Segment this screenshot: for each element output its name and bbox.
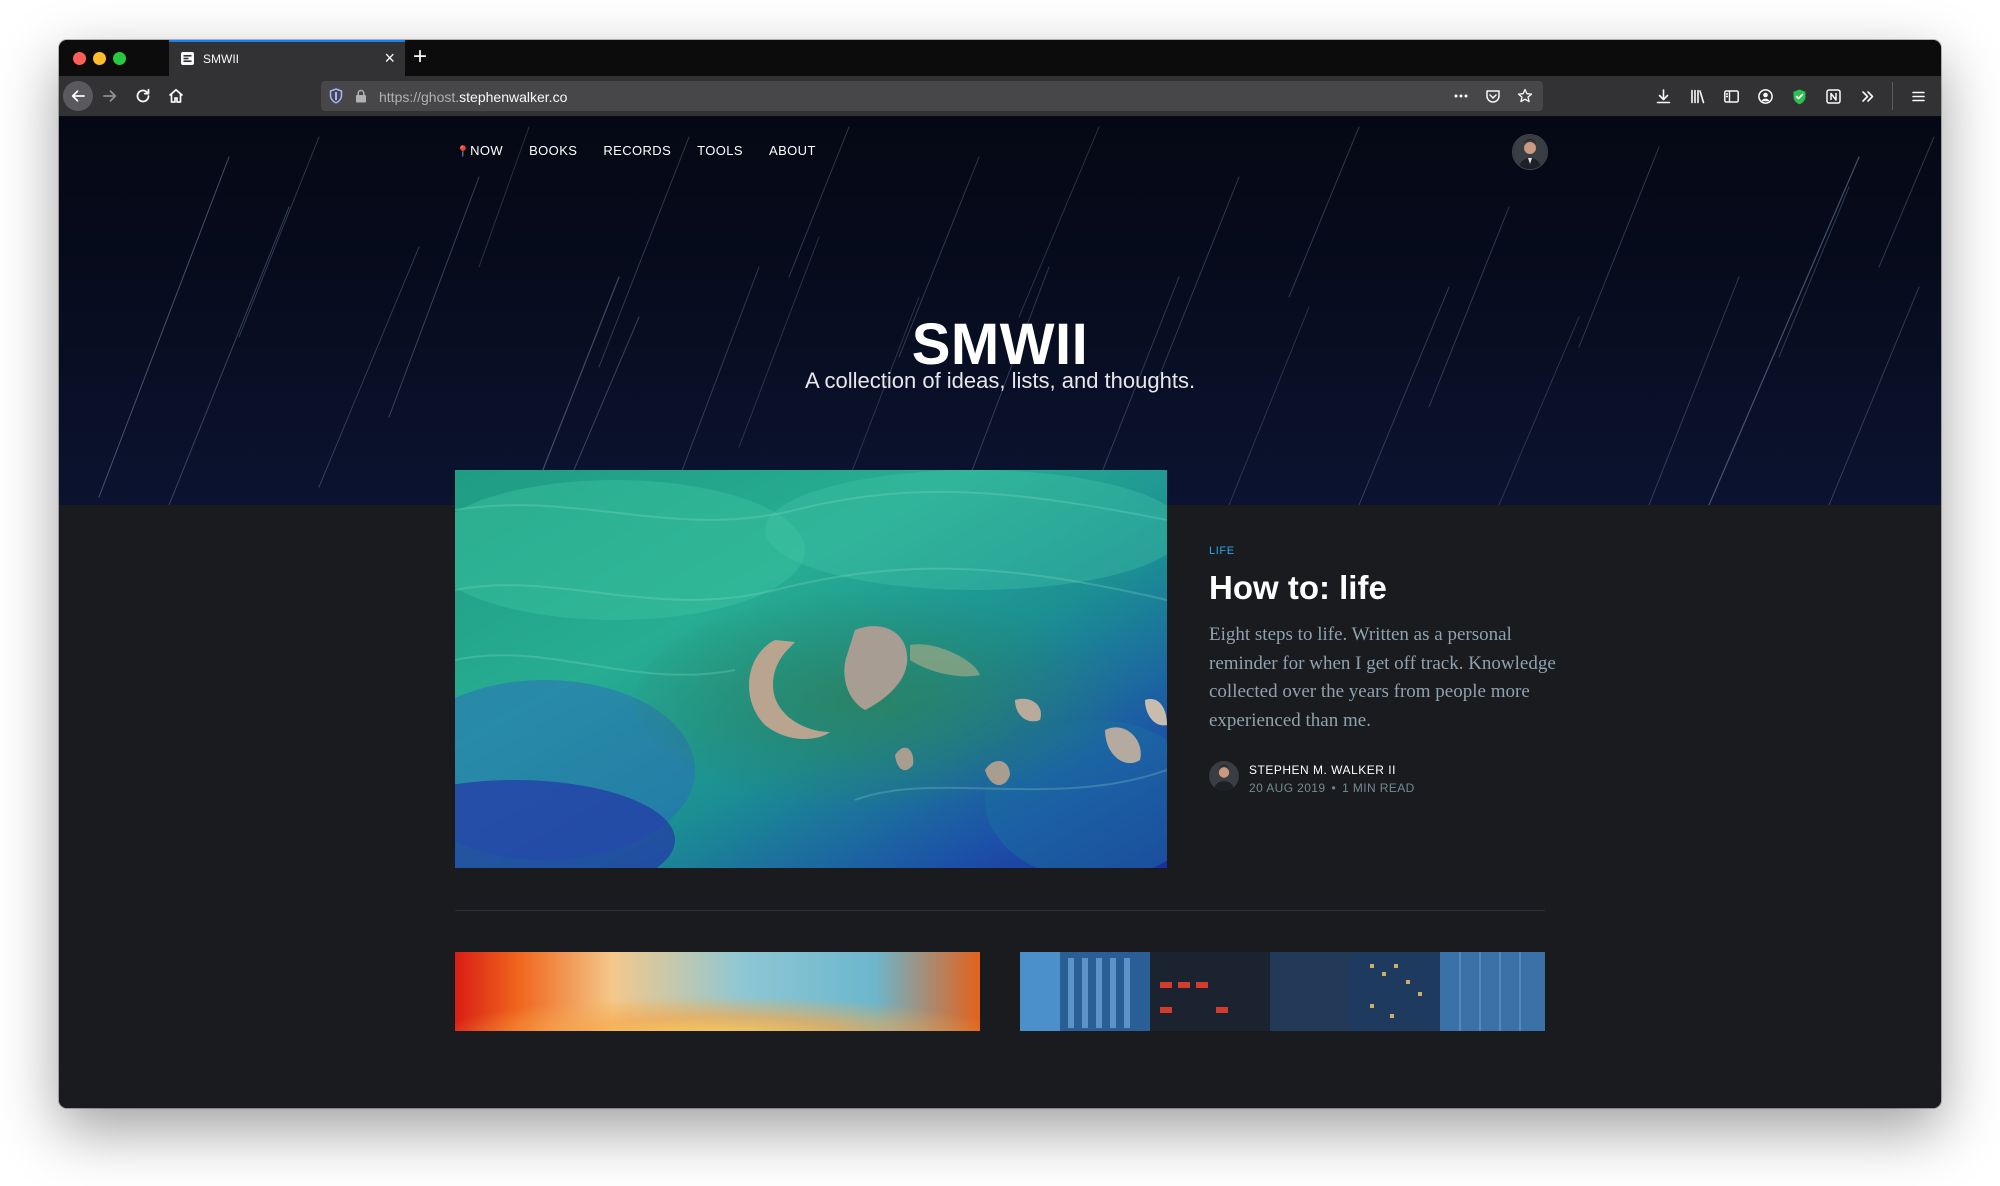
featured-post-image[interactable]	[455, 470, 1167, 868]
notion-icon	[1825, 88, 1841, 104]
minimize-window-button[interactable]	[93, 52, 106, 65]
nav-item-now[interactable]: 📍NOW	[456, 143, 503, 158]
site-nav: 📍NOW BOOKS RECORDS TOOLS ABOUT	[456, 143, 816, 158]
close-window-button[interactable]	[73, 52, 86, 65]
browser-tab[interactable]: SMWII ×	[169, 40, 405, 76]
section-divider	[455, 910, 1545, 911]
url-bar[interactable]: https://ghost.stephenwalker.co	[321, 81, 1543, 111]
tab-bar: SMWII × +	[59, 40, 1941, 76]
nav-item-books[interactable]: BOOKS	[529, 143, 577, 158]
close-tab-icon[interactable]: ×	[384, 48, 395, 68]
sidebar-icon	[1723, 89, 1739, 103]
post-card-image-2[interactable]	[1020, 952, 1545, 1031]
overflow-menu-button[interactable]	[1852, 81, 1882, 111]
site-header: 📍NOW BOOKS RECORDS TOOLS ABOUT SMWII A c…	[59, 117, 1941, 505]
post-excerpt: Eight steps to life. Written as a person…	[1209, 624, 1556, 731]
pocket-icon	[1486, 90, 1500, 103]
nav-item-about[interactable]: ABOUT	[769, 143, 816, 158]
toolbar-right	[1648, 81, 1933, 111]
library-icon	[1690, 89, 1704, 103]
forward-button[interactable]	[95, 81, 125, 111]
site-description: A collection of ideas, lists, and though…	[804, 368, 1196, 393]
post-author-name[interactable]: STEPHEN M. WALKER II	[1249, 763, 1396, 777]
reading-time: 1 MIN READ	[1342, 781, 1415, 795]
post-card-image-1[interactable]	[455, 952, 980, 1031]
post-info: 20 AUG 2019 • 1 MIN READ	[1249, 781, 1415, 795]
reload-icon	[136, 88, 150, 103]
nav-item-records[interactable]: RECORDS	[603, 143, 671, 158]
arrow-right-icon	[103, 90, 117, 102]
person-avatar-icon	[1209, 761, 1239, 791]
pocket-button[interactable]	[1483, 86, 1503, 106]
post-date: 20 AUG 2019	[1249, 781, 1326, 795]
tracking-protection-shield-icon[interactable]	[329, 88, 343, 104]
zoom-window-button[interactable]	[113, 52, 126, 65]
map-pin-icon: 📍	[456, 146, 471, 158]
hamburger-menu-icon	[1911, 91, 1925, 101]
tab-title: SMWII	[203, 52, 239, 66]
url-domain: stephenwalker.co	[459, 89, 568, 105]
toolbar-separator	[1892, 82, 1893, 110]
separator-dot: •	[1331, 781, 1337, 795]
bookmark-button[interactable]	[1515, 86, 1535, 106]
back-button[interactable]	[63, 81, 93, 111]
post-meta: STEPHEN M. WALKER II 20 AUG 2019 • 1 MIN R…	[1209, 759, 1569, 799]
author-avatar[interactable]	[1512, 134, 1548, 170]
post-author-avatar[interactable]	[1209, 761, 1239, 791]
home-icon	[168, 88, 184, 103]
account-icon	[1757, 88, 1773, 104]
app-menu-button[interactable]	[1903, 81, 1933, 111]
nav-item-label: NOW	[470, 143, 504, 158]
post-tag[interactable]: LIFE	[1209, 545, 1569, 557]
reload-button[interactable]	[128, 81, 158, 111]
notion-extension-button[interactable]	[1818, 81, 1848, 111]
person-avatar-icon	[1513, 135, 1547, 169]
downloads-button[interactable]	[1648, 81, 1678, 111]
extension-shield-button[interactable]	[1784, 81, 1814, 111]
sunset-blur-image	[455, 952, 980, 1031]
nav-toolbar: https://ghost.stephenwalker.co	[59, 76, 1941, 117]
url-text[interactable]: https://ghost.stephenwalker.co	[379, 89, 567, 105]
post-title[interactable]: How to: life	[1209, 569, 1569, 607]
site-favicon-icon	[181, 52, 194, 65]
aerial-sea-image	[455, 470, 1167, 868]
web-page: 📍NOW BOOKS RECORDS TOOLS ABOUT SMWII A c…	[59, 117, 1941, 1108]
page-actions-button[interactable]	[1451, 86, 1471, 106]
featured-post-content: LIFE How to: life Eight steps to life. W…	[1209, 545, 1569, 799]
more-horizontal-icon	[1454, 94, 1468, 98]
home-button[interactable]	[161, 81, 191, 111]
url-actions	[1451, 86, 1535, 106]
browser-window: SMWII × + https://ghost.stephenwalker.co	[59, 40, 1941, 1108]
city-buildings-image	[1020, 952, 1545, 1031]
account-button[interactable]	[1750, 81, 1780, 111]
double-chevron-right-icon	[1861, 90, 1873, 102]
arrow-left-icon	[71, 90, 85, 102]
green-shield-icon	[1793, 89, 1805, 104]
nav-item-tools[interactable]: TOOLS	[697, 143, 743, 158]
url-scheme: https://ghost.	[379, 89, 460, 105]
sidebar-button[interactable]	[1716, 81, 1746, 111]
new-tab-button[interactable]: +	[413, 42, 427, 72]
star-icon	[1517, 88, 1533, 103]
download-icon	[1656, 88, 1670, 103]
lock-icon[interactable]	[355, 89, 367, 103]
library-button[interactable]	[1682, 81, 1712, 111]
